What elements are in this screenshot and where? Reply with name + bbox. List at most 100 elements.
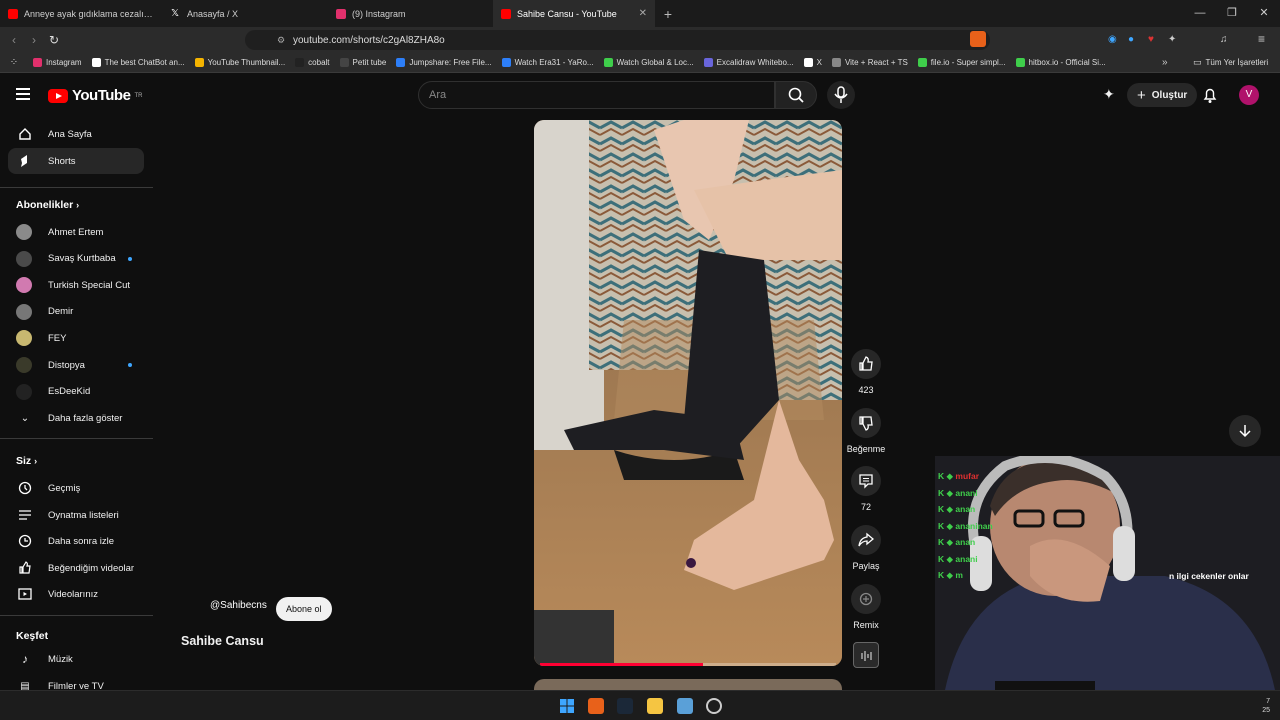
music-icon[interactable]: ♫: [1220, 34, 1228, 45]
next-short-button[interactable]: [1229, 415, 1261, 447]
sidebar-item-subscription[interactable]: Savaş Kurtbaba: [8, 246, 144, 272]
sidebar-item-subscription[interactable]: Distopya: [8, 352, 144, 378]
bookmark-item[interactable]: Excalidraw Whitebo...: [699, 58, 799, 67]
bookmark-item[interactable]: Watch Era31 - YaRo...: [497, 58, 599, 67]
channel-handle[interactable]: @Sahibecns: [210, 600, 267, 611]
sidebar-item-your-videos[interactable]: Videolarınız: [8, 581, 144, 607]
extension-icon[interactable]: ●: [1128, 34, 1134, 45]
extensions-puzzle-icon[interactable]: ✦: [1168, 34, 1176, 45]
explore-header: Keşfet: [16, 630, 49, 642]
extension-icon[interactable]: ◉: [1108, 34, 1117, 45]
notifications-bell-icon[interactable]: [1202, 86, 1218, 104]
close-tab-icon[interactable]: ✕: [639, 8, 647, 19]
bookmark-item[interactable]: file.io - Super simpl...: [913, 58, 1011, 67]
audio-thumbnail[interactable]: [853, 642, 879, 668]
sidebar-item-music[interactable]: ♪ Müzik: [8, 646, 144, 672]
show-more-button[interactable]: ⌄ Daha fazla göster: [8, 405, 144, 431]
progress-track[interactable]: [540, 663, 836, 666]
all-bookmarks-button[interactable]: ▭ Tüm Yer İşaretleri: [1188, 57, 1273, 68]
voice-search-button[interactable]: [827, 81, 855, 109]
new-tab-button[interactable]: +: [655, 6, 681, 22]
bookmark-favicon-icon: [831, 58, 841, 67]
browser-tab-2[interactable]: 𝕏 Anasayfa / X: [163, 0, 328, 27]
bookmark-item[interactable]: Watch Global & Loc...: [599, 58, 699, 67]
you-header[interactable]: Siz ›: [16, 455, 37, 467]
bookmark-favicon-icon: [91, 58, 101, 67]
forward-icon[interactable]: ›: [24, 33, 44, 47]
brave-shield-icon[interactable]: [970, 31, 986, 47]
more-bookmarks-icon[interactable]: »: [1162, 57, 1168, 68]
sidebar-item-subscription[interactable]: Turkish Special Cut: [8, 272, 144, 298]
divider: [0, 438, 153, 439]
sidebar-item-subscription[interactable]: Ahmet Ertem: [8, 219, 144, 245]
like-button[interactable]: 423: [846, 349, 886, 395]
cast-icon[interactable]: ✦: [1103, 86, 1115, 103]
account-avatar[interactable]: V: [1239, 85, 1259, 105]
create-button[interactable]: + Oluştur: [1127, 83, 1198, 107]
bookmark-item[interactable]: The best ChatBot an...: [87, 58, 190, 67]
bookmark-item[interactable]: Jumpshare: Free File...: [391, 58, 496, 67]
bookmark-item[interactable]: Petit tube: [335, 58, 392, 67]
short-video-player[interactable]: [534, 120, 842, 666]
share-icon: [858, 532, 874, 547]
divider: [0, 187, 153, 188]
sidebar-item-subscription[interactable]: FEY: [8, 325, 144, 351]
sidebar-item-home[interactable]: Ana Sayfa: [8, 121, 144, 147]
menu-icon[interactable]: ≡: [1258, 32, 1265, 46]
bookmark-item[interactable]: cobalt: [290, 58, 334, 67]
recording-app-icon[interactable]: [706, 698, 722, 714]
search-input[interactable]: Ara: [418, 81, 775, 109]
subscribe-button[interactable]: Abone ol: [276, 597, 332, 621]
new-content-dot: [128, 256, 132, 261]
windows-start-icon[interactable]: [559, 698, 575, 714]
subscriptions-header[interactable]: Abonelikler ›: [16, 199, 79, 211]
sidebar-item-watch-later[interactable]: Daha sonra izle: [8, 528, 144, 554]
channel-avatar: [16, 383, 32, 400]
site-info-icon[interactable]: ⚙: [277, 35, 285, 46]
maximize-icon[interactable]: ❐: [1216, 0, 1248, 27]
bookmark-item[interactable]: hitbox.io - Official Si...: [1011, 58, 1111, 67]
bookmark-item[interactable]: Instagram: [28, 58, 87, 67]
chat-message: K ◆ mufar: [938, 471, 980, 481]
brave-browser-icon[interactable]: [588, 698, 604, 714]
comments-button[interactable]: 72: [846, 466, 886, 512]
dislike-button[interactable]: Beğenme: [846, 408, 886, 454]
search-button[interactable]: [775, 81, 817, 109]
system-clock[interactable]: 7 25: [1262, 697, 1270, 715]
browser-tab-3[interactable]: (9) Instagram: [328, 0, 493, 27]
minimize-icon[interactable]: —: [1184, 0, 1216, 27]
reload-icon[interactable]: ↻: [44, 33, 64, 47]
chevron-right-icon: ›: [34, 456, 38, 466]
bookmark-favicon-icon: [295, 58, 305, 67]
youtube-logo[interactable]: YouTube TR: [48, 87, 142, 104]
thumbs-up-icon: [859, 356, 873, 371]
webcam-overlay: K ◆ mufar K ◆ anani K ◆ anan K ◆ ananinan K …: [935, 456, 1280, 690]
sidebar-item-subscription[interactable]: EsDeeKid: [8, 379, 144, 405]
remix-button[interactable]: Remix: [846, 584, 886, 630]
youtube-play-icon: [48, 88, 68, 103]
sidebar-item-subscription[interactable]: Demir: [8, 299, 144, 325]
chat-message: K ◆ m: [938, 570, 963, 580]
back-icon[interactable]: ‹: [4, 33, 24, 47]
sidebar-item-playlists[interactable]: Oynatma listeleri: [8, 502, 144, 528]
steam-icon[interactable]: [617, 698, 633, 714]
browser-tab-1[interactable]: Anneye ayak gıdıklama cezalı /tickle: [0, 0, 163, 27]
mail-icon[interactable]: [677, 698, 693, 714]
home-icon: [18, 127, 32, 141]
file-explorer-icon[interactable]: [647, 698, 663, 714]
bookmark-item[interactable]: YouTube Thumbnail...: [190, 58, 291, 67]
new-content-dot: [128, 363, 132, 367]
extension-icon[interactable]: ♥: [1148, 34, 1154, 45]
share-button[interactable]: Paylaş: [846, 525, 886, 571]
apps-grid-icon[interactable]: ⁘: [0, 57, 28, 68]
sidebar-item-history[interactable]: Geçmiş: [8, 475, 144, 501]
sidebar-item-liked-videos[interactable]: Beğendiğim videolar: [8, 555, 144, 581]
hamburger-menu-icon[interactable]: [16, 88, 30, 100]
bookmark-item[interactable]: Vite + React + TS: [827, 58, 913, 67]
channel-avatar: [16, 357, 32, 373]
browser-tab-4-active[interactable]: Sahibe Cansu - YouTube ✕: [493, 0, 655, 27]
url-field[interactable]: ⚙ youtube.com/shorts/c2gAl8ZHA8o: [245, 30, 990, 50]
sidebar-item-shorts[interactable]: Shorts: [8, 148, 144, 174]
close-window-icon[interactable]: ✕: [1248, 0, 1280, 27]
bookmark-item[interactable]: X: [799, 58, 827, 67]
